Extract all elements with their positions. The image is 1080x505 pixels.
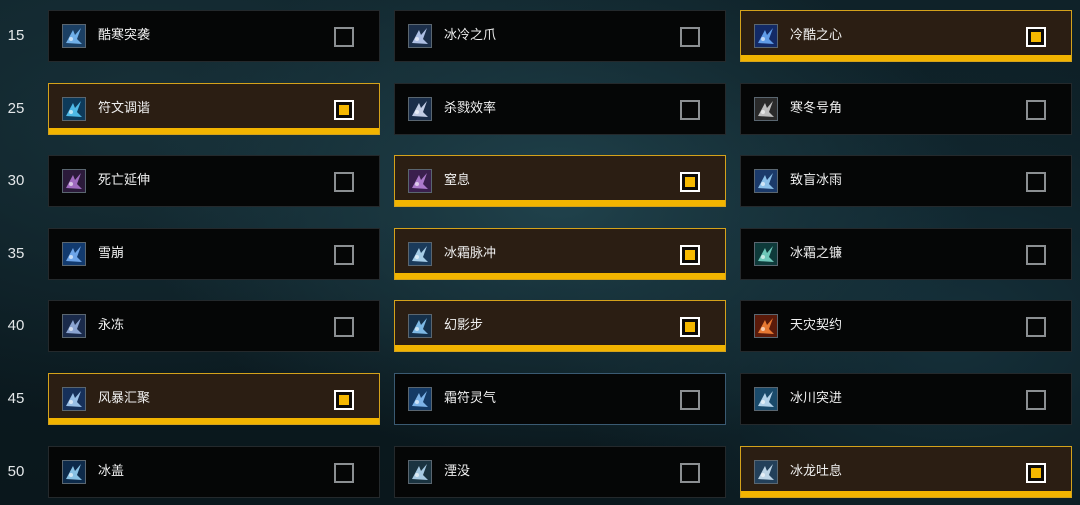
talent-card[interactable]: 冰川突进: [740, 373, 1072, 425]
talent-checkbox[interactable]: [334, 463, 354, 483]
talent-name: 冰冷之爪: [444, 28, 497, 43]
talent-card[interactable]: 雪崩: [48, 228, 380, 280]
talent-card[interactable]: 冰霜之镰: [740, 228, 1072, 280]
talent-card[interactable]: 霜符灵气: [394, 373, 726, 425]
frozen-pulse-icon: [408, 242, 432, 266]
talent-checkbox-checked[interactable]: [680, 172, 700, 192]
talent-row: 25 符文调谐 杀戮效率 寒冬号角: [0, 83, 1080, 135]
death-pact-icon: [62, 169, 86, 193]
talent-checkbox-checked[interactable]: [1026, 463, 1046, 483]
talent-name: 冰龙吐息: [790, 464, 843, 479]
talent-card[interactable]: 酷寒突袭: [48, 10, 380, 62]
talent-checkbox[interactable]: [1026, 245, 1046, 265]
talent-card[interactable]: 冷酷之心: [740, 10, 1072, 62]
talent-checkbox[interactable]: [1026, 172, 1046, 192]
talent-name: 冷酷之心: [790, 28, 843, 43]
talent-card[interactable]: 永冻: [48, 300, 380, 352]
talent-card[interactable]: 风暴汇聚: [48, 373, 380, 425]
talent-name: 幻影步: [444, 318, 484, 333]
frostscythe-icon: [754, 242, 778, 266]
gathering-storm-icon: [62, 387, 86, 411]
icecap-icon: [62, 460, 86, 484]
talent-checkbox[interactable]: [334, 27, 354, 47]
talent-name: 杀戮效率: [444, 101, 497, 116]
talent-name: 冰川突进: [790, 391, 843, 406]
talent-name: 冰盖: [98, 464, 125, 479]
talent-checkbox-checked[interactable]: [334, 100, 354, 120]
permafrost-icon: [62, 314, 86, 338]
rune-attunement-icon: [62, 97, 86, 121]
talent-card[interactable]: 幻影步: [394, 300, 726, 352]
talent-row: 30 死亡延伸 窒息 致盲冰雨: [0, 155, 1080, 207]
talent-card[interactable]: 杀戮效率: [394, 83, 726, 135]
talent-name: 霜符灵气: [444, 391, 497, 406]
talent-card[interactable]: 冰冷之爪: [394, 10, 726, 62]
frost-strike-icon: [62, 24, 86, 48]
talent-checkbox[interactable]: [1026, 390, 1046, 410]
row-level-label: 25: [7, 100, 25, 117]
talent-checkbox[interactable]: [334, 245, 354, 265]
talent-row: 15 酷寒突袭 冰冷之爪 冷酷之心: [0, 10, 1080, 62]
talent-card[interactable]: 湮没: [394, 446, 726, 498]
row-level-label: 45: [7, 390, 25, 407]
talent-row: 40 永冻 幻影步 天灾契约: [0, 300, 1080, 352]
talent-name: 风暴汇聚: [98, 391, 151, 406]
talent-checkbox[interactable]: [680, 390, 700, 410]
talent-card[interactable]: 死亡延伸: [48, 155, 380, 207]
talent-card[interactable]: 寒冬号角: [740, 83, 1072, 135]
blinding-sleet-icon: [754, 169, 778, 193]
talent-name: 湮没: [444, 464, 471, 479]
talent-checkbox-checked[interactable]: [334, 390, 354, 410]
row-level-label: 30: [7, 172, 25, 189]
talent-name: 冰霜之镰: [790, 246, 843, 261]
talent-name: 酷寒突袭: [98, 28, 151, 43]
obliteration-icon: [408, 460, 432, 484]
asphyxiate-icon: [408, 169, 432, 193]
row-level-label: 15: [7, 27, 25, 44]
talent-name: 窒息: [444, 173, 471, 188]
cold-heart-icon: [754, 24, 778, 48]
talent-name: 雪崩: [98, 246, 125, 261]
talent-row: 35 雪崩 冰霜脉冲 冰霜之镰: [0, 228, 1080, 280]
glacial-advance-icon: [754, 387, 778, 411]
frostwyrm-aura-icon: [408, 387, 432, 411]
talent-name: 符文调谐: [98, 101, 151, 116]
talent-checkbox[interactable]: [334, 172, 354, 192]
talent-row: 45 风暴汇聚 霜符灵气 冰川突进: [0, 373, 1080, 425]
icy-claw-icon: [408, 24, 432, 48]
talent-name: 死亡延伸: [98, 173, 151, 188]
talent-checkbox[interactable]: [680, 100, 700, 120]
talent-checkbox[interactable]: [680, 27, 700, 47]
talent-checkbox-checked[interactable]: [1026, 27, 1046, 47]
row-level-label: 50: [7, 463, 25, 480]
talent-name: 致盲冰雨: [790, 173, 843, 188]
talent-card[interactable]: 窒息: [394, 155, 726, 207]
talent-card[interactable]: 冰龙吐息: [740, 446, 1072, 498]
talent-card[interactable]: 符文调谐: [48, 83, 380, 135]
breath-of-sindragosa-icon: [754, 460, 778, 484]
horn-of-winter-icon: [754, 97, 778, 121]
row-level-label: 40: [7, 317, 25, 334]
talent-card[interactable]: 天灾契约: [740, 300, 1072, 352]
talent-checkbox[interactable]: [1026, 317, 1046, 337]
talent-checkbox[interactable]: [334, 317, 354, 337]
talent-checkbox-checked[interactable]: [680, 245, 700, 265]
avalanche-icon: [62, 242, 86, 266]
wraith-walk-icon: [408, 314, 432, 338]
talent-checkbox[interactable]: [1026, 100, 1046, 120]
row-level-label: 35: [7, 245, 25, 262]
talent-card[interactable]: 冰盖: [48, 446, 380, 498]
talent-name: 天灾契约: [790, 318, 843, 333]
talent-checkbox[interactable]: [680, 463, 700, 483]
murderous-efficiency-icon: [408, 97, 432, 121]
talent-card[interactable]: 冰霜脉冲: [394, 228, 726, 280]
death-pact-scourge-icon: [754, 314, 778, 338]
talent-card[interactable]: 致盲冰雨: [740, 155, 1072, 207]
talent-name: 永冻: [98, 318, 125, 333]
talent-checkbox-checked[interactable]: [680, 317, 700, 337]
talent-name: 寒冬号角: [790, 101, 843, 116]
talent-name: 冰霜脉冲: [444, 246, 497, 261]
talent-row: 50 冰盖 湮没 冰龙吐息: [0, 446, 1080, 498]
